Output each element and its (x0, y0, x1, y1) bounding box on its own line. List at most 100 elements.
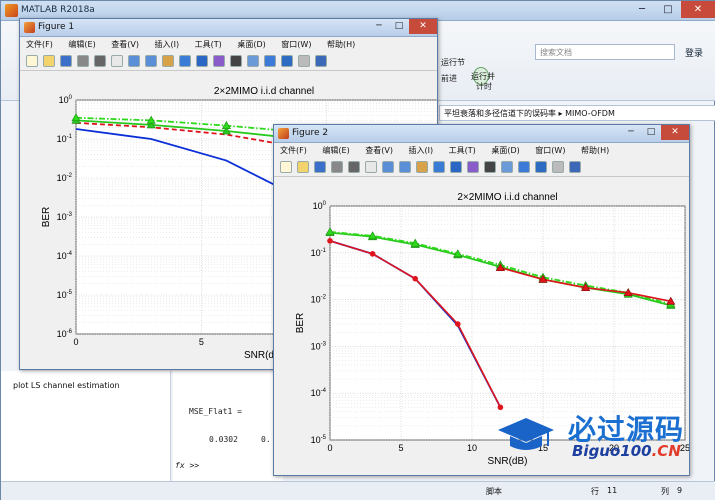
y-tick-exponent: -1 (321, 248, 327, 254)
toolbar-tool-icon[interactable] (348, 161, 360, 173)
toolbar-tool-icon[interactable] (297, 161, 309, 173)
axes-box (329, 205, 686, 441)
maximize-button[interactable]: □ (655, 1, 681, 18)
toolbar-tool-icon[interactable] (145, 55, 157, 67)
toolbar-tool-icon[interactable] (179, 55, 191, 67)
toolbar-tool-icon[interactable] (264, 55, 276, 67)
figure-2-title-bar[interactable]: Figure 2 ─ □ ✕ (274, 125, 689, 143)
toolbar-tool-icon[interactable] (43, 55, 55, 67)
row-label: 行 (591, 487, 599, 496)
toolbar-tool-icon[interactable] (94, 55, 106, 67)
y-tick-label: 10-4 (57, 251, 73, 261)
toolbar-tool-icon[interactable] (314, 161, 326, 173)
path-segment[interactable]: 平坦衰落和多径信道下的误码率 (444, 109, 556, 118)
minimize-button[interactable]: ─ (621, 125, 641, 140)
toolbar-tool-icon[interactable] (552, 161, 564, 173)
toolbar-tool-icon[interactable] (213, 55, 225, 67)
toolbar-tool-icon[interactable] (281, 55, 293, 67)
toolbar-tool-icon[interactable] (382, 161, 394, 173)
minimize-button[interactable]: ─ (629, 1, 655, 18)
toolbar-tool-icon[interactable] (60, 55, 72, 67)
window-title: MATLAB R2018a (21, 5, 95, 15)
toolbar-tool-icon[interactable] (569, 161, 581, 173)
status-bar: 脚本 行 11 列 9 (1, 481, 715, 500)
menu-help[interactable]: 帮助(H) (327, 40, 355, 49)
toolbar-tool-icon[interactable] (77, 55, 89, 67)
data-point (369, 251, 376, 257)
toolbar-tool-icon[interactable] (315, 55, 327, 67)
toolbar-tool-icon[interactable] (535, 161, 547, 173)
toolbar-tool-icon[interactable] (162, 55, 174, 67)
minimize-button[interactable]: ─ (369, 19, 389, 34)
advance-button[interactable]: 前进 (441, 73, 457, 84)
figure-icon (24, 22, 35, 33)
y-tick-label: 10-4 (311, 388, 327, 398)
current-folder-path[interactable]: 平坦衰落和多径信道下的误码率 ▸ MIMO-OFDM (439, 105, 715, 121)
login-link[interactable]: 登录 (685, 46, 703, 59)
command-output: MSE_Flat1 = (189, 407, 242, 416)
watermark-en-b: .CN (651, 442, 681, 460)
toolbar-tool-icon[interactable] (467, 161, 479, 173)
menu-insert[interactable]: 插入(I) (155, 40, 180, 49)
y-tick-label: 10-5 (57, 290, 73, 300)
menu-edit[interactable]: 编辑(E) (68, 40, 95, 49)
toolbar-tool-icon[interactable] (128, 55, 140, 67)
menu-tools[interactable]: 工具(T) (195, 40, 222, 49)
toolbar-tool-icon[interactable] (365, 161, 377, 173)
figure-1-title-bar[interactable]: Figure 1 ─ □ ✕ (20, 19, 437, 37)
menu-file[interactable]: 文件(F) (280, 146, 307, 155)
menu-window[interactable]: 窗口(W) (535, 146, 565, 155)
menu-desktop[interactable]: 桌面(D) (237, 40, 265, 49)
menu-window[interactable]: 窗口(W) (281, 40, 311, 49)
close-button[interactable]: ✕ (681, 1, 715, 18)
toolbar-tool-icon[interactable] (433, 161, 445, 173)
y-tick-label: 10-5 (311, 435, 327, 445)
y-axis-label: BER (41, 207, 52, 228)
figure-1-toolbar (20, 53, 437, 71)
chart-title: 2×2MIMO i.i.d channel (457, 192, 557, 203)
command-window[interactable]: MSE_Flat1 = 0.0302 0. fx >> (173, 371, 283, 481)
toolbar-tool-icon[interactable] (280, 161, 292, 173)
menu-view[interactable]: 查看(V) (365, 146, 393, 155)
y-tick-label: 10-1 (57, 134, 73, 144)
toolbar-tool-icon[interactable] (518, 161, 530, 173)
search-input[interactable]: 搜索文档 (535, 44, 675, 60)
menu-help[interactable]: 帮助(H) (581, 146, 609, 155)
graduation-cap-icon (498, 418, 554, 450)
y-tick-exponent: -4 (67, 251, 73, 257)
toolbar-tool-icon[interactable] (416, 161, 428, 173)
details-panel: plot LS channel estimation (1, 371, 171, 481)
maximize-button[interactable]: □ (389, 19, 409, 34)
menu-file[interactable]: 文件(F) (26, 40, 53, 49)
run-section-button[interactable]: 运行节 (441, 57, 465, 68)
toolbar-tool-icon[interactable] (247, 55, 259, 67)
menu-desktop[interactable]: 桌面(D) (491, 146, 519, 155)
toolbar-tool-icon[interactable] (399, 161, 411, 173)
y-tick-label: 10-2 (311, 295, 327, 305)
menu-tools[interactable]: 工具(T) (449, 146, 476, 155)
close-button[interactable]: ✕ (661, 125, 689, 140)
panel-text: plot LS channel estimation (13, 381, 120, 390)
y-tick-label: 10-3 (311, 341, 327, 351)
maximize-button[interactable]: □ (641, 125, 661, 140)
toolbar-tool-icon[interactable] (230, 55, 242, 67)
command-prompt[interactable]: fx >> (175, 461, 199, 470)
menu-insert[interactable]: 插入(I) (409, 146, 434, 155)
toolbar-tool-icon[interactable] (111, 55, 123, 67)
y-tick-label: 100 (59, 95, 73, 105)
path-segment[interactable]: MIMO-OFDM (565, 109, 615, 118)
toolbar-tool-icon[interactable] (484, 161, 496, 173)
menu-view[interactable]: 查看(V) (111, 40, 139, 49)
toolbar-tool-icon[interactable] (450, 161, 462, 173)
toolbar-tool-icon[interactable] (196, 55, 208, 67)
x-tick-label: 0 (73, 337, 78, 347)
close-button[interactable]: ✕ (409, 19, 437, 34)
toolbar-tool-icon[interactable] (331, 161, 343, 173)
figure-2-title: Figure 2 (292, 128, 329, 138)
y-tick-label: 10-1 (311, 248, 327, 258)
toolbar-tool-icon[interactable] (298, 55, 310, 67)
x-tick-label: 5 (199, 337, 204, 347)
toolbar-tool-icon[interactable] (26, 55, 38, 67)
toolbar-tool-icon[interactable] (501, 161, 513, 173)
menu-edit[interactable]: 编辑(E) (322, 146, 349, 155)
